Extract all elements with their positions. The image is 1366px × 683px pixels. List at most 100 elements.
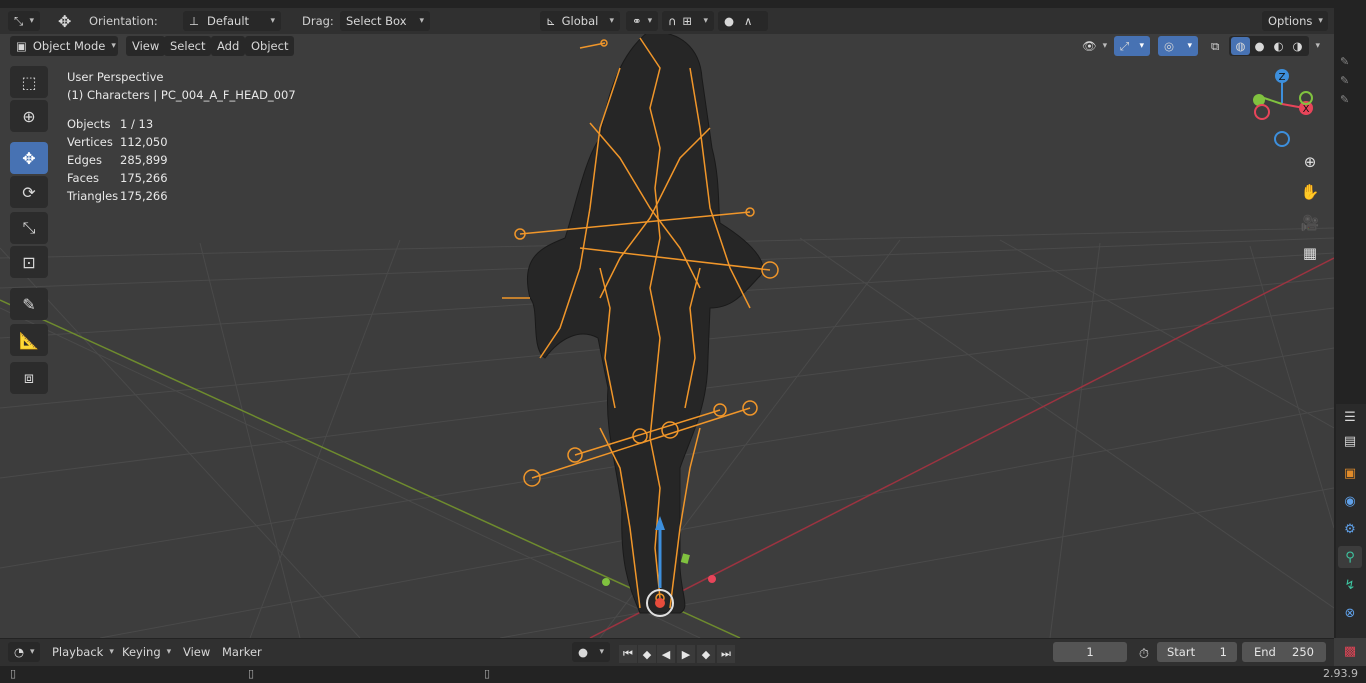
- stat-row-objects: Objects 1 / 13: [67, 115, 296, 133]
- auto-keying-toggle[interactable]: ● ▾: [572, 642, 610, 662]
- armature-properties-tab[interactable]: ⚲: [1338, 546, 1362, 568]
- menu-object[interactable]: Object: [245, 36, 295, 56]
- jump-end-button[interactable]: ⏭: [717, 645, 735, 663]
- bone-properties-tab[interactable]: ↯: [1338, 574, 1362, 596]
- rotate-tool[interactable]: ⟳: [10, 176, 48, 208]
- zoom-button[interactable]: ⊕: [1298, 150, 1322, 174]
- pivot-point-dropdown[interactable]: ⚭ ▾: [626, 11, 658, 31]
- timeline-editor-type[interactable]: ◔ ▾: [8, 642, 40, 662]
- drag-label: Drag:: [302, 14, 334, 28]
- hand-icon: ✋: [1300, 183, 1320, 201]
- select-box-tool[interactable]: ⬚: [10, 66, 48, 98]
- mode-value: Object Mode: [32, 39, 106, 53]
- cursor-tool[interactable]: ⊕: [10, 100, 48, 132]
- move-arrows-icon: ✥: [22, 148, 36, 168]
- mode-dropdown[interactable]: ▣ Object Mode ▾: [10, 36, 118, 56]
- bone-constraint-tab[interactable]: ⊗: [1338, 602, 1362, 624]
- material-shading-icon[interactable]: ◐: [1269, 39, 1288, 53]
- transform-orientation-dropdown[interactable]: ⊾ Global ▾: [540, 11, 620, 31]
- drag-dropdown[interactable]: Select Box ▾: [340, 11, 430, 31]
- add-cube-tool[interactable]: ⧈: [10, 362, 48, 394]
- orientation-dropdown[interactable]: ⊥ Default ▾: [183, 11, 281, 31]
- object-mode-icon: ▣: [16, 39, 27, 53]
- start-value: 1: [1219, 645, 1227, 659]
- play-reverse-button[interactable]: ◀: [657, 645, 675, 663]
- object-properties-tab[interactable]: ▣: [1338, 462, 1362, 484]
- chevron-down-icon: ▾: [1315, 41, 1320, 51]
- gizmo-plane-handle[interactable]: [680, 553, 690, 564]
- end-frame-field[interactable]: End 250: [1242, 642, 1326, 662]
- navigation-gizmo[interactable]: Z X: [1240, 64, 1320, 154]
- keyframe-forward-icon: ◆: [701, 647, 711, 661]
- select-box-icon: ⬚: [21, 72, 37, 92]
- menu-add[interactable]: Add: [211, 36, 246, 56]
- gizmo-x-point[interactable]: [708, 575, 716, 583]
- menu-view[interactable]: View: [126, 36, 166, 56]
- overlays-toggle[interactable]: ◎ ▾: [1158, 36, 1198, 56]
- playback-label: Playback: [52, 645, 104, 659]
- menu-select[interactable]: Select: [164, 36, 212, 56]
- keying-menu[interactable]: Keying ▾: [116, 642, 174, 662]
- visibility-dropdown[interactable]: 👁 ▾: [1076, 36, 1110, 56]
- annotate-tool[interactable]: ✎: [10, 288, 48, 320]
- transform-tool[interactable]: ⊡: [10, 246, 48, 278]
- shading-options-dropdown[interactable]: ▾: [1308, 36, 1326, 56]
- options-dropdown[interactable]: Options ▾: [1262, 11, 1328, 31]
- constraints-properties-tab[interactable]: ⚙: [1338, 518, 1362, 540]
- jump-keyframe-back-button[interactable]: ◆: [638, 645, 656, 663]
- add-cube-icon: ⧈: [23, 368, 35, 387]
- chevron-down-icon: ▾: [1187, 41, 1192, 51]
- physics-properties-tab[interactable]: ◉: [1338, 490, 1362, 512]
- chevron-down-icon: ▾: [1139, 41, 1144, 51]
- nav-neg-x-ball[interactable]: [1254, 104, 1270, 120]
- stat-label: Edges: [67, 153, 102, 167]
- keying-label: Keying: [122, 645, 161, 659]
- stat-value: 1 / 13: [120, 117, 154, 131]
- viewport-stats: User Perspective (1) Characters | PC_004…: [67, 68, 296, 205]
- perspective-label: User Perspective: [67, 70, 164, 84]
- gizmo-toggle[interactable]: ⤢ ▾: [1114, 36, 1150, 56]
- measure-tool[interactable]: 📐: [10, 324, 48, 356]
- play-button[interactable]: ▶: [677, 645, 695, 663]
- move-tool-icon-button[interactable]: ✥: [52, 11, 76, 31]
- stat-row-faces: Faces 175,266: [67, 169, 296, 187]
- pencil-icon[interactable]: ✎: [1340, 74, 1349, 87]
- move-tool[interactable]: ✥: [10, 142, 48, 174]
- checker-icon: ▩: [1343, 643, 1357, 659]
- rendered-shading-icon[interactable]: ◑: [1288, 39, 1307, 53]
- current-frame-field[interactable]: 1: [1053, 642, 1127, 662]
- jump-start-button[interactable]: ⏮: [619, 645, 637, 663]
- timeline-view-menu[interactable]: View: [177, 642, 216, 662]
- scale-tool[interactable]: ⤡: [10, 212, 48, 244]
- active-collection-label: (1) Characters | PC_004_A_F_HEAD_007: [67, 88, 296, 102]
- texture-properties-tab[interactable]: ▩: [1338, 640, 1362, 662]
- version-label: 2.93.9: [1323, 667, 1358, 680]
- solid-shading-icon[interactable]: ●: [1250, 39, 1269, 53]
- axes-icon: ⤡: [14, 13, 24, 28]
- render-properties-tab[interactable]: ▤: [1338, 430, 1362, 452]
- ortho-toggle-button[interactable]: ▦: [1298, 241, 1322, 265]
- keyframe-back-icon: ◆: [642, 647, 652, 661]
- tool-properties-tab[interactable]: ☰: [1338, 406, 1362, 428]
- snap-dropdown[interactable]: ∩ ⊞ ▾: [662, 11, 714, 31]
- render-icon: ▤: [1343, 433, 1357, 449]
- start-frame-field[interactable]: Start 1: [1157, 642, 1237, 662]
- wireframe-shading-icon[interactable]: ◍: [1231, 37, 1250, 55]
- gizmo-y-point[interactable]: [602, 578, 610, 586]
- falloff-curve-icon: ∧: [744, 14, 753, 28]
- pencil-icon[interactable]: ✎: [1340, 93, 1349, 106]
- preview-range-icon[interactable]: ⏱: [1135, 645, 1153, 663]
- record-icon: ●: [578, 645, 589, 659]
- editor-type-button[interactable]: ⤡ ▾: [8, 11, 40, 31]
- pencil-icon[interactable]: ✎: [1340, 55, 1349, 68]
- jump-keyframe-forward-button[interactable]: ◆: [697, 645, 715, 663]
- camera-view-button[interactable]: 🎥: [1298, 211, 1322, 235]
- proportional-edit-toggle[interactable]: ● ∧: [718, 11, 768, 31]
- nav-neg-z-ball[interactable]: [1274, 131, 1290, 147]
- tool-icon: ☰: [1344, 409, 1356, 425]
- xray-toggle[interactable]: ⧉: [1205, 36, 1225, 56]
- tool-settings-header: ⤡ ▾ ✥ Orientation: ⊥ Default ▾ Drag: Select…: [0, 8, 1334, 34]
- marker-menu[interactable]: Marker: [216, 642, 268, 662]
- playback-menu[interactable]: Playback ▾: [46, 642, 114, 662]
- pan-button[interactable]: ✋: [1298, 180, 1322, 204]
